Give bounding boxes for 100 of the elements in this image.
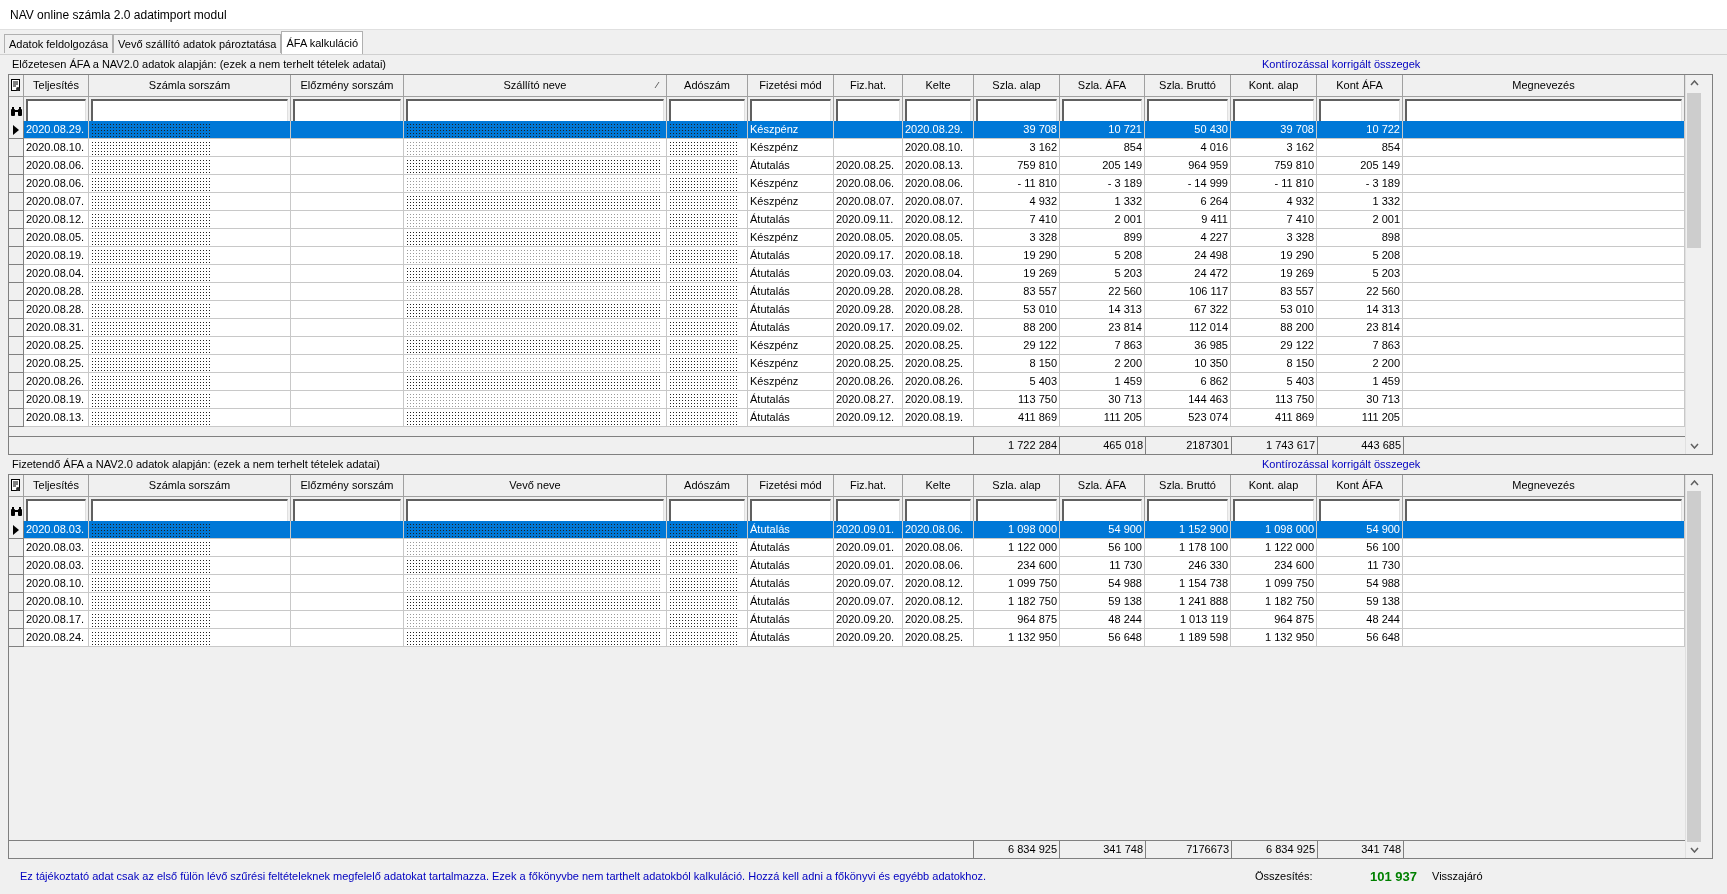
column-header[interactable]: Szla. alap: [974, 75, 1060, 97]
table-row[interactable]: 2020.08.26. Készpénz 2020.08.26. 2020.08.26. 5 403 1 459 6 862 5 403 1 459: [9, 373, 1685, 391]
filter-field[interactable]: [1147, 499, 1228, 523]
table-row[interactable]: 2020.08.24. Átutalás 2020.09.20. 2020.08.25. 1 132 950 56 648 1 189 598 1 132 950 56 648: [9, 629, 1685, 647]
column-header[interactable]: Kelte: [903, 475, 974, 497]
column-header[interactable]: Szla. Bruttó: [1145, 475, 1231, 497]
table-row[interactable]: 2020.08.31. Átutalás 2020.09.17. 2020.09.02. 88 200 23 814 112 014 88 200 23 814: [9, 319, 1685, 337]
redacted-text: [669, 266, 739, 281]
column-header[interactable]: Fizetési mód: [748, 75, 834, 97]
binoculars-icon[interactable]: [10, 106, 22, 116]
table-row[interactable]: 2020.08.04. Átutalás 2020.09.03. 2020.08.04. 19 269 5 203 24 472 19 269 5 203: [9, 265, 1685, 283]
filter-field[interactable]: [1405, 499, 1682, 523]
table-cell: 2020.09.20.: [834, 629, 903, 647]
column-header[interactable]: Szla. alap: [974, 475, 1060, 497]
table-row[interactable]: 2020.08.28. Átutalás 2020.09.28. 2020.08.28. 83 557 22 560 106 117 83 557 22 560: [9, 283, 1685, 301]
column-header[interactable]: Szla. ÁFA: [1060, 475, 1145, 497]
scroll-up-icon[interactable]: [1689, 480, 1699, 486]
filter-field[interactable]: [406, 499, 664, 523]
scroll-down-icon[interactable]: [1689, 443, 1699, 449]
filter-field[interactable]: [1062, 99, 1142, 123]
column-header[interactable]: Fiz.hat.: [834, 75, 903, 97]
table-row[interactable]: 2020.08.13. Átutalás 2020.09.12. 2020.08.19. 411 869 111 205 523 074 411 869 111 205: [9, 409, 1685, 427]
column-header[interactable]: Szla. ÁFA: [1060, 75, 1145, 97]
filter-field[interactable]: [836, 499, 900, 523]
row-header[interactable]: [9, 121, 24, 139]
filter-field[interactable]: [976, 99, 1057, 123]
scroll-down-icon[interactable]: [1689, 847, 1699, 853]
table-row[interactable]: 2020.08.10. Átutalás 2020.09.07. 2020.08.12. 1 099 750 54 988 1 154 738 1 099 750 54 988: [9, 575, 1685, 593]
column-header[interactable]: Kelte: [903, 75, 974, 97]
column-header[interactable]: Számla sorszám: [89, 75, 291, 97]
column-chooser-icon[interactable]: [11, 79, 21, 92]
filter-field[interactable]: [1147, 99, 1228, 123]
table-row[interactable]: 2020.08.17. Átutalás 2020.09.20. 2020.08.25. 964 875 48 244 1 013 119 964 875 48 244: [9, 611, 1685, 629]
column-header[interactable]: Adószám: [667, 75, 748, 97]
column-header[interactable]: Előzmény sorszám: [291, 75, 404, 97]
filter-field[interactable]: [1319, 499, 1400, 523]
table-cell: Átutalás: [748, 409, 834, 427]
tab[interactable]: ÁFA kalkuláció: [281, 31, 363, 54]
scrollbar[interactable]: [1685, 75, 1702, 454]
column-header[interactable]: Teljesítés: [24, 475, 89, 497]
column-header[interactable]: Fiz.hat.: [834, 475, 903, 497]
table-row[interactable]: 2020.08.25. Készpénz 2020.08.25. 2020.08.25. 8 150 2 200 10 350 8 150 2 200: [9, 355, 1685, 373]
filter-field[interactable]: [91, 499, 288, 523]
column-header[interactable]: Megnevezés: [1403, 75, 1685, 97]
scroll-up-icon[interactable]: [1689, 80, 1699, 86]
column-header[interactable]: Kont ÁFA: [1317, 475, 1403, 497]
scroll-thumb[interactable]: [1687, 491, 1701, 842]
filter-field[interactable]: [1062, 499, 1142, 523]
column-header[interactable]: Megnevezés: [1403, 475, 1685, 497]
window-title: NAV online számla 2.0 adatimport modul: [10, 6, 227, 24]
table-row[interactable]: 2020.08.28. Átutalás 2020.09.28. 2020.08.28. 53 010 14 313 67 322 53 010 14 313: [9, 301, 1685, 319]
filter-field[interactable]: [1405, 99, 1682, 123]
column-header[interactable]: Szállító neve: [404, 75, 667, 97]
table-row[interactable]: 2020.08.12. Átutalás 2020.09.11. 2020.08.12. 7 410 2 001 9 411 7 410 2 001: [9, 211, 1685, 229]
filter-field[interactable]: [669, 99, 745, 123]
scrollbar[interactable]: [1685, 475, 1702, 858]
column-header[interactable]: Kont. alap: [1231, 475, 1317, 497]
table-row[interactable]: 2020.08.05. Készpénz 2020.08.05. 2020.08.05. 3 328 899 4 227 3 328 898: [9, 229, 1685, 247]
row-header[interactable]: [9, 521, 24, 539]
filter-field[interactable]: [91, 99, 288, 123]
tab[interactable]: Adatok feldolgozása: [4, 34, 114, 53]
table-row[interactable]: 2020.08.10. Készpénz 2020.08.10. 3 162 854 4 016 3 162 854: [9, 139, 1685, 157]
filter-field[interactable]: [406, 99, 664, 123]
filter-field[interactable]: [1233, 99, 1314, 123]
filter-field[interactable]: [836, 99, 900, 123]
section-caption: Fizetendő ÁFA a NAV2.0 adatok alapján: (ezek a nem terhelt tételek adatai): [12, 456, 381, 472]
column-header[interactable]: Fizetési mód: [748, 475, 834, 497]
filter-field[interactable]: [669, 499, 745, 523]
filter-field[interactable]: [26, 499, 86, 523]
filter-field[interactable]: [293, 499, 401, 523]
column-header[interactable]: Előzmény sorszám: [291, 475, 404, 497]
scroll-thumb[interactable]: [1687, 93, 1701, 248]
table-row[interactable]: 2020.08.10. Átutalás 2020.09.07. 2020.08.12. 1 182 750 59 138 1 241 888 1 182 750 59 138: [9, 593, 1685, 611]
table-row[interactable]: 2020.08.19. Átutalás 2020.08.27. 2020.08.19. 113 750 30 713 144 463 113 750 30 713: [9, 391, 1685, 409]
table-row[interactable]: 2020.08.25. Készpénz 2020.08.25. 2020.08.25. 29 122 7 863 36 985 29 122 7 863: [9, 337, 1685, 355]
column-chooser-icon[interactable]: [11, 479, 21, 492]
filter-field[interactable]: [905, 99, 971, 123]
table-row[interactable]: 2020.08.07. Készpénz 2020.08.07. 2020.08.07. 4 932 1 332 6 264 4 932 1 332: [9, 193, 1685, 211]
column-header[interactable]: Kont ÁFA: [1317, 75, 1403, 97]
filter-field[interactable]: [1233, 499, 1314, 523]
filter-field[interactable]: [293, 99, 401, 123]
column-header[interactable]: Számla sorszám: [89, 475, 291, 497]
column-header[interactable]: Adószám: [667, 475, 748, 497]
filter-field[interactable]: [1319, 99, 1400, 123]
filter-field[interactable]: [26, 99, 86, 123]
table-row[interactable]: 2020.08.03. Átutalás 2020.09.01. 2020.08.06. 1 122 000 56 100 1 178 100 1 122 000 56 100: [9, 539, 1685, 557]
binoculars-icon[interactable]: [10, 506, 22, 516]
column-header[interactable]: Vevő neve: [404, 475, 667, 497]
column-header[interactable]: Kont. alap: [1231, 75, 1317, 97]
table-row[interactable]: 2020.08.06. Átutalás 2020.08.25. 2020.08.13. 759 810 205 149 964 959 759 810 205 149: [9, 157, 1685, 175]
table-row[interactable]: 2020.08.03. Átutalás 2020.09.01. 2020.08.06. 234 600 11 730 246 330 234 600 11 730: [9, 557, 1685, 575]
filter-field[interactable]: [905, 499, 971, 523]
column-header[interactable]: Szla. Bruttó: [1145, 75, 1231, 97]
column-header[interactable]: Teljesítés: [24, 75, 89, 97]
filter-field[interactable]: [750, 499, 831, 523]
table-row[interactable]: 2020.08.06. Készpénz 2020.08.06. 2020.08.06. - 11 810 - 3 189 - 14 999 - 11 810 - 3 189: [9, 175, 1685, 193]
filter-field[interactable]: [750, 99, 831, 123]
tab[interactable]: Vevő szállító adatok pároztatása: [113, 34, 282, 53]
table-row[interactable]: 2020.08.19. Átutalás 2020.09.17. 2020.08.18. 19 290 5 208 24 498 19 290 5 208: [9, 247, 1685, 265]
filter-field[interactable]: [976, 499, 1057, 523]
